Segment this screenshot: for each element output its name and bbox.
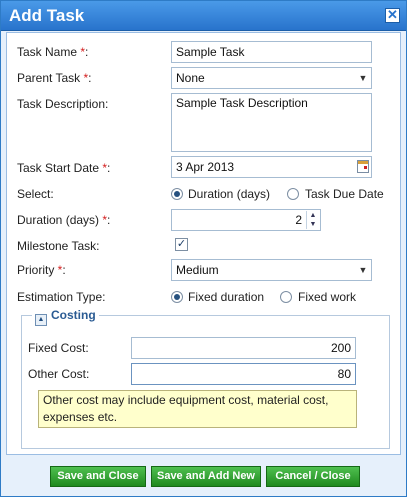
priority-select[interactable]: Medium ▼ [171,259,372,281]
label-colon: : [88,71,92,85]
fixed-work-radio-label[interactable]: Fixed work [298,290,356,304]
priority-label: Priority *: [17,263,66,277]
fixed-work-radio[interactable] [280,291,292,303]
duration-label-text: Duration (days) [17,213,103,227]
parent-task-label: Parent Task *: [17,71,92,85]
priority-label-text: Priority [17,263,58,277]
task-name-input[interactable]: Sample Task [171,41,372,63]
fixed-duration-radio-label[interactable]: Fixed duration [188,290,264,304]
other-cost-label: Other Cost: [28,367,90,381]
milestone-checkbox[interactable]: ✓ [175,238,188,251]
dialog-title: Add Task [9,6,85,25]
task-start-date-value: 3 Apr 2013 [176,160,235,174]
dialog-footer: Save and Close Save and Add New Cancel /… [6,456,401,493]
label-colon: : [85,45,89,59]
label-colon: : [62,263,66,277]
fixed-cost-input[interactable]: 200 [131,337,356,359]
duration-radio[interactable] [171,188,183,200]
label-colon: : [107,161,111,175]
label-colon: : [107,213,111,227]
priority-value: Medium [176,263,219,277]
task-name-label-text: Task Name [17,45,81,59]
spin-down-icon[interactable]: ▼ [307,220,319,229]
duration-label: Duration (days) *: [17,213,110,227]
task-due-date-radio[interactable] [287,188,299,200]
duration-stepper[interactable]: 2 ▲ ▼ [171,209,321,231]
duration-radio-label[interactable]: Duration (days) [188,187,270,201]
calendar-icon[interactable] [357,160,369,173]
add-task-dialog: Add Task ✕ Task Name *: Sample Task Pare… [0,0,407,497]
fixed-cost-label: Fixed Cost: [28,341,89,355]
spinner[interactable]: ▲ ▼ [306,211,319,229]
collapse-icon[interactable]: ▲ [35,314,47,326]
chevron-down-icon[interactable]: ▼ [355,260,371,280]
chevron-down-icon[interactable]: ▼ [355,68,371,88]
dialog-title-bar[interactable]: Add Task ✕ [1,1,406,31]
parent-task-select[interactable]: None ▼ [171,67,372,89]
milestone-label: Milestone Task: [17,239,100,253]
estimation-type-label: Estimation Type: [17,290,106,304]
costing-section: ▲ Costing Fixed Cost: 200 Other Cost: 80 … [21,308,390,449]
task-start-date-input[interactable]: 3 Apr 2013 [171,156,372,178]
costing-legend-text: Costing [51,308,96,322]
save-and-add-new-button[interactable]: Save and Add New [151,466,261,487]
task-description-label: Task Description: [17,97,109,111]
task-name-label: Task Name *: [17,45,88,59]
other-cost-tooltip: Other cost may include equipment cost, m… [38,390,357,428]
save-and-close-button[interactable]: Save and Close [50,466,146,487]
fixed-duration-radio[interactable] [171,291,183,303]
cancel-close-button[interactable]: Cancel / Close [266,466,360,487]
task-start-date-label-text: Task Start Date [17,161,103,175]
duration-value: 2 [295,213,302,227]
select-label: Select: [17,187,54,201]
close-icon[interactable]: ✕ [385,8,400,23]
task-start-date-label: Task Start Date *: [17,161,110,175]
parent-task-value: None [176,71,205,85]
dialog-body: Task Name *: Sample Task Parent Task *: … [6,32,401,455]
parent-task-label-text: Parent Task [17,71,84,85]
other-cost-input[interactable]: 80 [131,363,356,385]
costing-legend: ▲ Costing [32,308,99,326]
spin-up-icon[interactable]: ▲ [307,211,319,220]
task-due-date-radio-label[interactable]: Task Due Date [305,187,384,201]
task-description-textarea[interactable]: Sample Task Description [171,93,372,152]
